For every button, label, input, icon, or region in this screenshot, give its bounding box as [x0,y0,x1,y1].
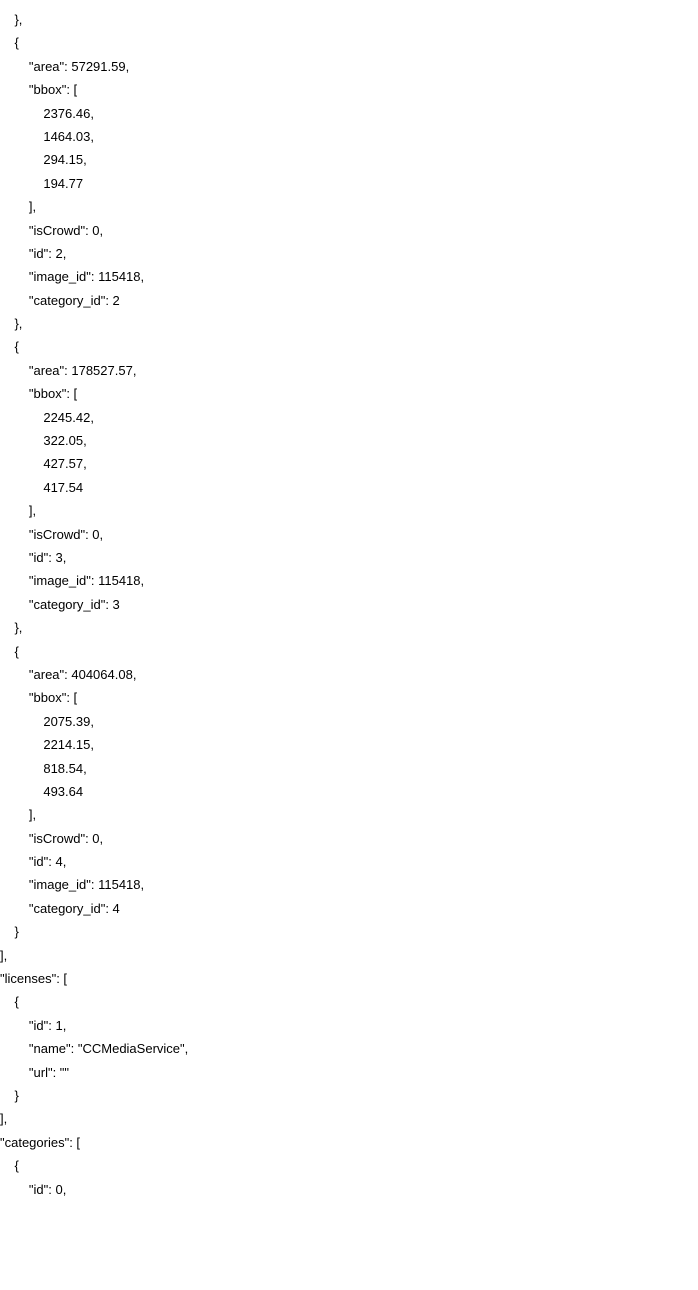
code-line: "id": 3, [0,546,698,569]
code-line: ], [0,499,698,522]
code-line: "area": 57291.59, [0,55,698,78]
code-line: "isCrowd": 0, [0,827,698,850]
code-line: ], [0,195,698,218]
code-line: 194.77 [0,172,698,195]
code-line: 2075.39, [0,710,698,733]
code-line: { [0,335,698,358]
code-line: { [0,1154,698,1177]
code-line: "id": 2, [0,242,698,265]
code-line: "licenses": [ [0,967,698,990]
code-line: }, [0,616,698,639]
code-line: "categories": [ [0,1131,698,1154]
code-line: "category_id": 2 [0,289,698,312]
code-line: "bbox": [ [0,382,698,405]
code-line: "category_id": 3 [0,593,698,616]
code-line: "isCrowd": 0, [0,219,698,242]
code-line: "area": 178527.57, [0,359,698,382]
code-line: 2376.46, [0,102,698,125]
code-line: "category_id": 4 [0,897,698,920]
code-line: 818.54, [0,757,698,780]
code-line: "bbox": [ [0,686,698,709]
code-line: { [0,990,698,1013]
code-line: 2214.15, [0,733,698,756]
code-line: 294.15, [0,148,698,171]
code-line: "image_id": 115418, [0,569,698,592]
code-line: ], [0,944,698,967]
code-line: { [0,640,698,663]
code-line: } [0,1084,698,1107]
code-line: "id": 4, [0,850,698,873]
code-line: "image_id": 115418, [0,265,698,288]
code-line: "bbox": [ [0,78,698,101]
code-line: "area": 404064.08, [0,663,698,686]
code-line: { [0,31,698,54]
code-line: ], [0,803,698,826]
code-line: "id": 1, [0,1014,698,1037]
code-line: "isCrowd": 0, [0,523,698,546]
code-line: 417.54 [0,476,698,499]
code-line: "url": "" [0,1061,698,1084]
code-line: "image_id": 115418, [0,873,698,896]
code-line: }, [0,8,698,31]
code-line: 322.05, [0,429,698,452]
code-line: 2245.42, [0,406,698,429]
code-line: 427.57, [0,452,698,475]
code-line: 493.64 [0,780,698,803]
json-code-block: }, { "area": 57291.59, "bbox": [ 2376.46… [0,0,698,1201]
code-line: "id": 0, [0,1178,698,1201]
code-line: } [0,920,698,943]
code-line: 1464.03, [0,125,698,148]
code-line: ], [0,1107,698,1130]
code-line: "name": "CCMediaService", [0,1037,698,1060]
code-line: }, [0,312,698,335]
